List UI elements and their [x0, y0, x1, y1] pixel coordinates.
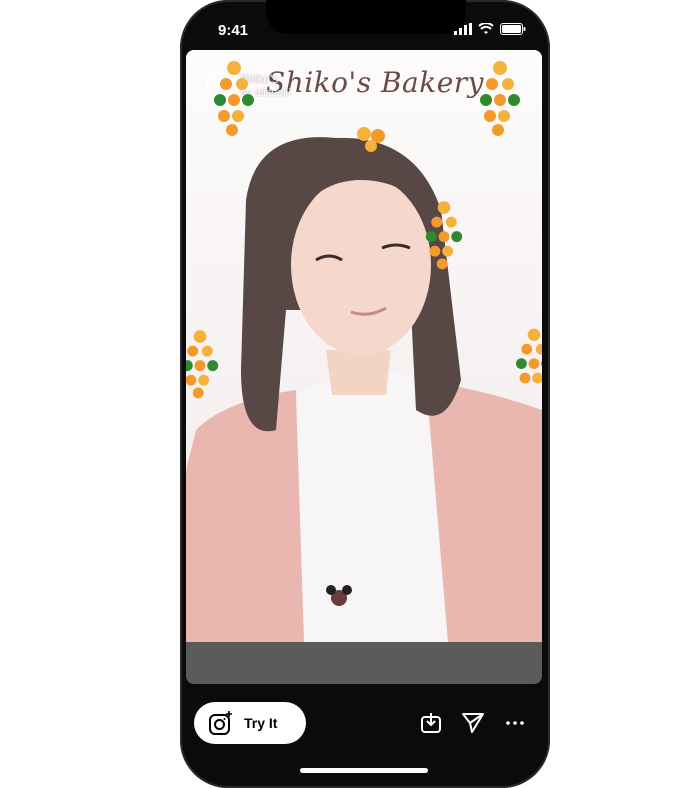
- fruit-sticker: [357, 127, 385, 152]
- camera-effect-icon: [209, 711, 232, 735]
- status-time: 9:41: [218, 22, 249, 39]
- try-it-button[interactable]: Try It: [194, 702, 306, 744]
- fruit-sticker: [425, 201, 463, 270]
- fruit-sticker: [186, 330, 219, 399]
- fruit-sticker: [480, 61, 520, 136]
- story-footer-bar: [186, 642, 542, 684]
- more-icon: [506, 721, 524, 725]
- home-indicator[interactable]: [300, 768, 428, 773]
- story-media[interactable]: Shiko's Bakery Shiko's by aliceelii: [186, 50, 542, 642]
- signal-icon: [454, 23, 472, 35]
- wifi-icon: [478, 23, 494, 34]
- send-icon: [462, 713, 484, 733]
- save-icon: [421, 713, 441, 733]
- try-it-label: Try It: [244, 715, 278, 731]
- share-button[interactable]: [460, 710, 486, 736]
- more-options-button[interactable]: [502, 710, 528, 736]
- fruit-sticker: [516, 328, 542, 384]
- save-button[interactable]: [418, 710, 444, 736]
- fruit-sticker: [214, 61, 254, 136]
- battery-icon: [500, 23, 526, 35]
- status-bar: 9:41: [180, 18, 550, 44]
- story-title: Shiko's Bakery: [266, 66, 484, 99]
